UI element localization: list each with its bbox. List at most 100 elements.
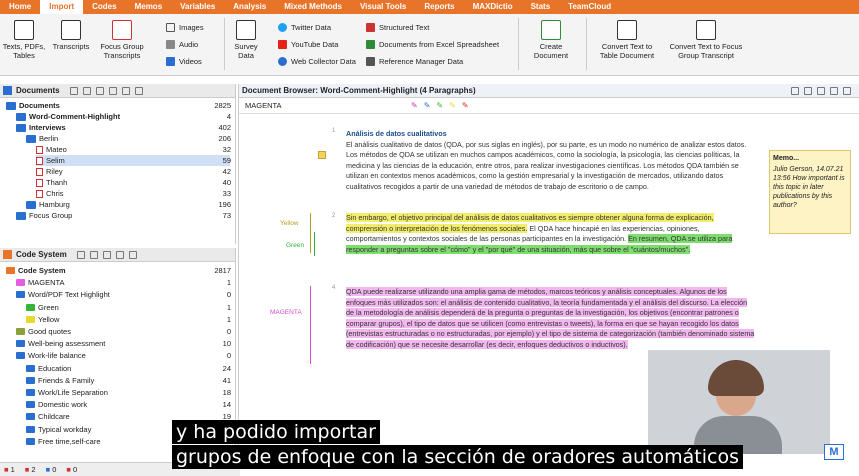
highlight-blue-icon[interactable]: ✎	[424, 101, 431, 110]
import-twitter-button[interactable]: Twitter Data	[278, 23, 331, 32]
zoom-in-icon[interactable]	[804, 86, 812, 95]
document-tree-row[interactable]: Word-Comment-Highlight	[16, 111, 120, 122]
activate-icon[interactable]	[95, 86, 104, 95]
paragraph-2: Sin embargo, el objetivo principal del a…	[346, 213, 756, 255]
export-icon[interactable]	[843, 86, 851, 95]
import-icon[interactable]	[82, 86, 91, 95]
code-tree-row[interactable]: Work-life balance	[16, 350, 86, 361]
code-stripe-green[interactable]: Green	[286, 242, 304, 249]
activate-code-icon[interactable]	[89, 250, 98, 259]
highlight-yellow-icon[interactable]: ✎	[449, 101, 456, 110]
document-icon	[14, 20, 34, 40]
menu-tab[interactable]: Mixed Methods	[275, 0, 351, 14]
filter-icon[interactable]	[108, 86, 117, 95]
web-collector-icon	[278, 57, 287, 66]
import-web-collector-button[interactable]: Web Collector Data	[278, 57, 356, 66]
code-tree-row[interactable]: Good quotes	[16, 326, 71, 337]
menu-tab[interactable]: Variables	[171, 0, 224, 14]
code-tree-row[interactable]: Green	[26, 302, 59, 313]
refmgr-label: Reference Manager Data	[379, 57, 464, 66]
code-tree-label: Work-life balance	[28, 351, 86, 361]
menu-tab[interactable]: Analysis	[224, 0, 275, 14]
document-tree-row[interactable]: Berlin	[26, 133, 58, 144]
import-audio-button[interactable]: Audio	[166, 40, 198, 49]
import-images-button[interactable]: Images	[166, 23, 204, 32]
new-code-icon[interactable]	[76, 250, 85, 259]
code-tree-row[interactable]: Friends & Family	[26, 375, 94, 386]
document-tree-label: Chris	[46, 189, 64, 198]
convert-to-focus-group-button[interactable]: Convert Text to Focus Group Transcript	[664, 18, 748, 60]
code-tree-row[interactable]: Well-being assessment	[16, 338, 105, 349]
menu-tab[interactable]: Codes	[83, 0, 125, 14]
document-icon	[36, 156, 43, 165]
filter-code-icon[interactable]	[102, 250, 111, 259]
status-segments: ■ 0	[45, 465, 57, 474]
search-icon[interactable]	[121, 86, 130, 95]
import-videos-button[interactable]: Videos	[166, 57, 202, 66]
code-tree-row[interactable]: MAGENTA	[16, 277, 65, 288]
code-tree-row[interactable]: Childcare	[26, 411, 70, 422]
search-icon[interactable]	[791, 86, 799, 95]
menu-tab[interactable]: MAXDictio	[464, 0, 522, 14]
create-document-button[interactable]: Create Document	[526, 18, 576, 60]
import-excel-button[interactable]: Documents from Excel Spreadsheet	[366, 40, 499, 49]
import-survey-button[interactable]: Survey Data	[228, 18, 264, 60]
subtitle-line-1: y ha podido importar	[172, 420, 380, 444]
import-youtube-button[interactable]: YouTube Data	[278, 40, 338, 49]
menu-tab[interactable]: TeamCloud	[559, 0, 620, 14]
import-reference-manager-button[interactable]: Reference Manager Data	[366, 57, 463, 66]
code-tree-row[interactable]: Yellow	[26, 314, 59, 325]
import-texts-button[interactable]: Texts, PDFs, Tables	[0, 18, 48, 60]
print-icon[interactable]	[830, 86, 838, 95]
menu-tab[interactable]: Visual Tools	[351, 0, 415, 14]
code-tree-row[interactable]: Code System	[6, 265, 66, 276]
highlight-green-icon[interactable]: ✎	[436, 101, 443, 110]
code-tree-row[interactable]: Education	[26, 363, 71, 374]
code-count: 0	[226, 327, 231, 336]
highlight-red-icon[interactable]: ✎	[462, 101, 469, 110]
document-tree-label: Documents	[19, 101, 60, 110]
settings-code-icon[interactable]	[128, 250, 137, 259]
code-tree-row[interactable]: Work/Life Separation	[26, 387, 108, 398]
document-tree-row[interactable]: Selim	[36, 155, 230, 166]
new-document-icon[interactable]	[69, 86, 78, 95]
code-tree-row[interactable]: Domestic work	[26, 399, 87, 410]
code-selector[interactable]: MAGENTA	[245, 101, 405, 110]
search-code-icon[interactable]	[115, 250, 124, 259]
code-tree-row[interactable]: Word/PDF Text Highlight	[16, 289, 110, 300]
document-tree-row[interactable]: Interviews	[16, 122, 66, 133]
code-stripe-yellow[interactable]: Yellow	[280, 220, 299, 227]
zoom-out-icon[interactable]	[817, 86, 825, 95]
document-tree-row[interactable]: Focus Group	[16, 210, 72, 221]
folder-icon	[16, 211, 26, 220]
menu-tab[interactable]: Stats	[522, 0, 560, 14]
settings-icon[interactable]	[134, 86, 143, 95]
document-tree-row[interactable]: Hamburg	[26, 199, 70, 210]
code-tree-row[interactable]: Typical workday	[26, 424, 91, 435]
import-structured-text-button[interactable]: Structured Text	[366, 23, 429, 32]
highlight-magenta-icon[interactable]: ✎	[411, 101, 418, 110]
memo-icon[interactable]	[318, 151, 326, 159]
document-tree-row[interactable]: Riley	[36, 166, 63, 177]
import-transcripts-button[interactable]: Transcripts	[50, 18, 92, 51]
document-tree-row[interactable]: Thanh	[36, 177, 67, 188]
code-stripe-magenta[interactable]: MAGENTA	[270, 309, 302, 316]
create-label: Create Document	[533, 42, 569, 60]
menu-tab[interactable]: Home	[0, 0, 40, 14]
code-stripe-line-green	[314, 232, 315, 256]
memo-card[interactable]: Memo... Julio Gerson, 14.07.21 13:56 How…	[769, 150, 851, 234]
document-tree-row[interactable]: Mateo	[36, 144, 67, 155]
menu-tab[interactable]: Memos	[126, 0, 172, 14]
import-focus-group-button[interactable]: Focus Group Transcripts	[96, 18, 148, 60]
ribbon-divider	[586, 18, 587, 70]
document-tree-row[interactable]: Documents	[6, 100, 60, 111]
document-tree-row[interactable]: Chris	[36, 188, 64, 199]
code-tree-label: Free time,self-care	[38, 436, 101, 446]
code-count: 24	[222, 363, 231, 373]
status-memos-count: 0	[73, 465, 78, 474]
menu-tab[interactable]: Reports	[415, 0, 463, 14]
code-tree-row[interactable]: Free time,self-care	[26, 436, 101, 447]
convert-to-table-button[interactable]: Convert Text to Table Document	[594, 18, 660, 60]
menu-tab[interactable]: Import	[40, 0, 84, 14]
status-codes: ■ 2	[24, 465, 36, 474]
